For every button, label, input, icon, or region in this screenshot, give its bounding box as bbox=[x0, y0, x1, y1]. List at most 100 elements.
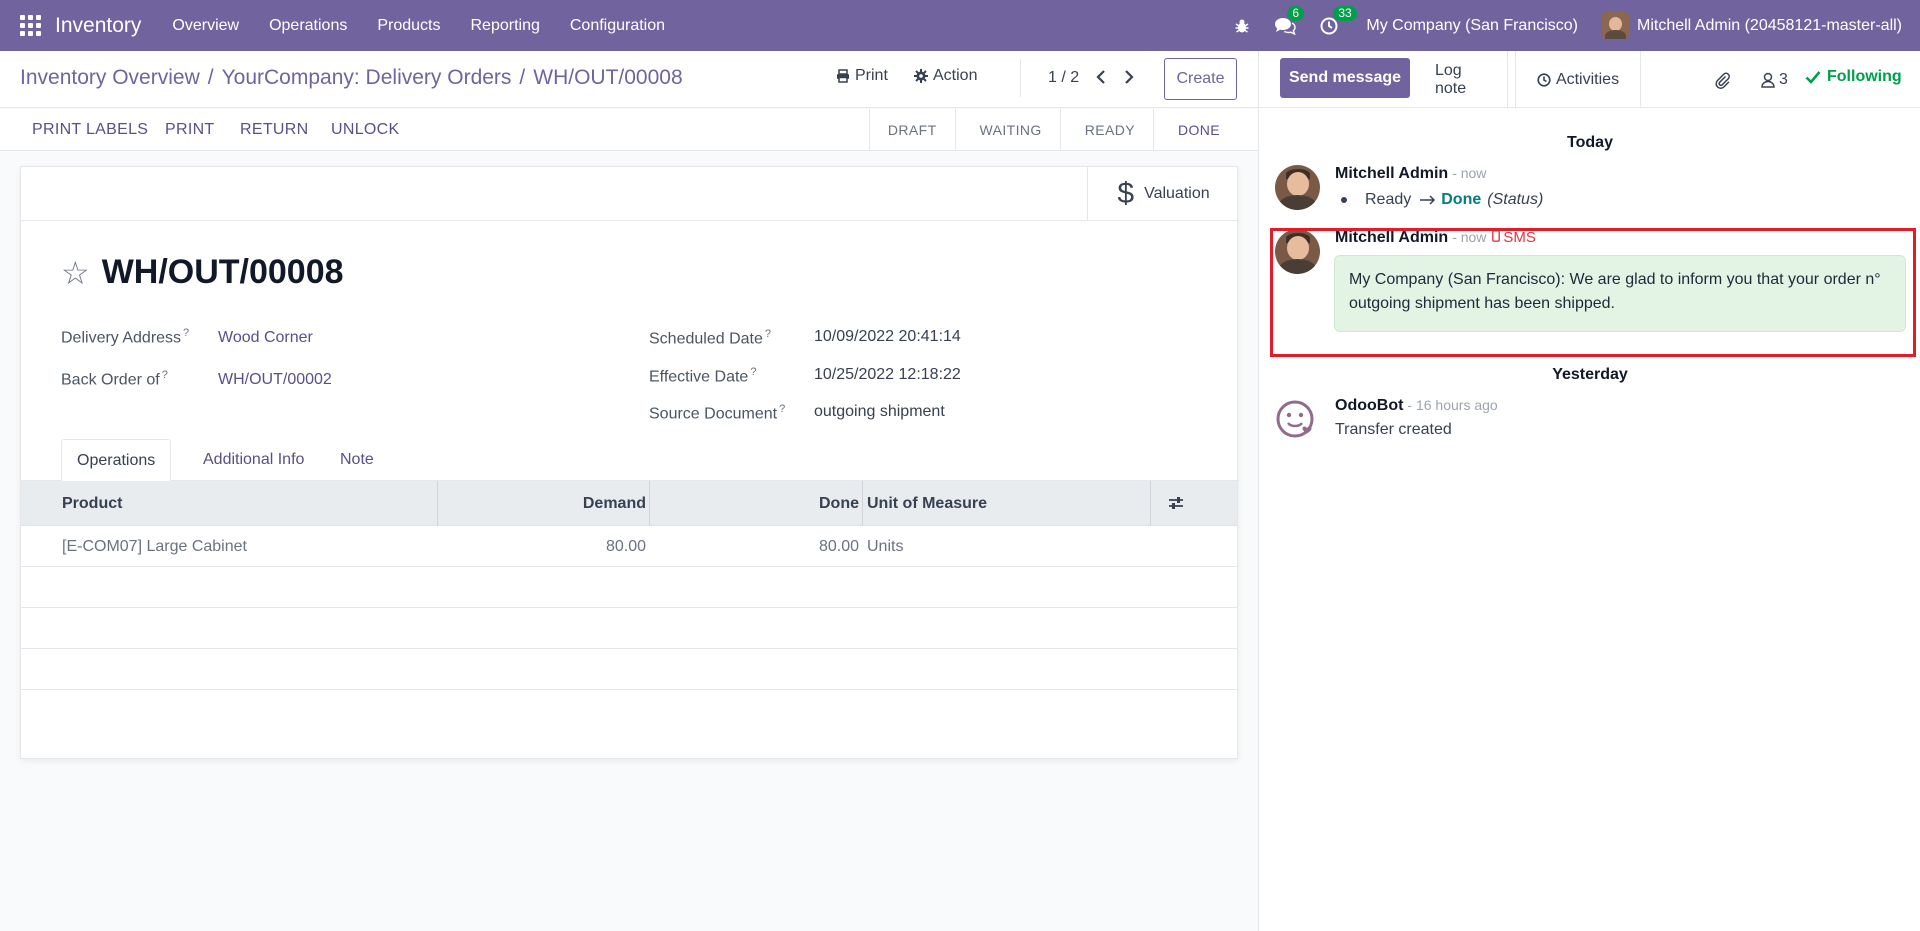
column-divider bbox=[1150, 481, 1151, 526]
delivery-address-value[interactable]: Wood Corner bbox=[218, 329, 313, 347]
breadcrumb-delivery-orders[interactable]: YourCompany: Delivery Orders bbox=[222, 66, 512, 89]
tracking-new-value: Done bbox=[1441, 191, 1482, 208]
breadcrumb-inventory-overview[interactable]: Inventory Overview bbox=[20, 66, 200, 89]
step-waiting[interactable]: WAITING bbox=[954, 109, 1060, 151]
column-demand[interactable]: Demand bbox=[583, 481, 646, 526]
breadcrumb-separator: / bbox=[207, 66, 214, 89]
step-draft[interactable]: DRAFT bbox=[868, 109, 955, 151]
table-row-empty bbox=[21, 608, 1237, 649]
scheduled-date-label: Scheduled Date? bbox=[649, 328, 771, 348]
favorite-star-icon[interactable]: ☆ bbox=[61, 257, 90, 289]
row-product: [E-COM07] Large Cabinet bbox=[62, 537, 247, 555]
chatter-topbar: Send message Log note Activities 3 Follo… bbox=[1259, 51, 1920, 108]
send-message-button[interactable]: Send message bbox=[1280, 58, 1410, 98]
help-tooltip-icon[interactable]: ? bbox=[765, 328, 771, 340]
check-icon bbox=[1805, 71, 1821, 84]
message-body: Transfer created bbox=[1335, 421, 1452, 438]
author-avatar[interactable] bbox=[1275, 165, 1320, 210]
breadcrumb-current: WH/OUT/00008 bbox=[533, 66, 683, 89]
create-button[interactable]: Create bbox=[1164, 58, 1237, 100]
main-content: Inventory Overview / YourCompany: Delivery… bbox=[0, 51, 1258, 931]
user-icon bbox=[1761, 72, 1775, 88]
print-labels-button[interactable]: PRINT LABELS bbox=[32, 121, 148, 139]
tab-additional-info[interactable]: Additional Info bbox=[188, 439, 319, 481]
unlock-button[interactable]: UNLOCK bbox=[331, 121, 399, 139]
tracking-value: Ready Done (Status) bbox=[1335, 191, 1543, 209]
return-button[interactable]: RETURN bbox=[240, 121, 308, 139]
status-bar: PRINT LABELS PRINT RETURN UNLOCK DRAFT W… bbox=[0, 109, 1258, 151]
message-time: - 16 hours ago bbox=[1407, 397, 1498, 413]
print-report-button[interactable]: PRINT bbox=[165, 121, 215, 139]
pager-previous-icon[interactable] bbox=[1095, 65, 1107, 91]
message-time: - now bbox=[1452, 165, 1487, 181]
log-note-button[interactable]: Log note bbox=[1415, 51, 1508, 108]
debug-bug-icon[interactable] bbox=[1234, 18, 1250, 34]
help-tooltip-icon[interactable]: ? bbox=[779, 403, 785, 415]
highlight-annotation-box bbox=[1270, 228, 1916, 357]
clock-icon bbox=[1537, 72, 1551, 87]
menu-overview[interactable]: Overview bbox=[157, 17, 254, 35]
pager-next-icon[interactable] bbox=[1123, 65, 1135, 91]
date-separator-yesterday: Yesterday bbox=[1552, 366, 1628, 383]
column-done[interactable]: Done bbox=[819, 481, 859, 526]
menu-reporting[interactable]: Reporting bbox=[455, 17, 554, 35]
column-divider bbox=[649, 481, 650, 526]
table-row-empty bbox=[21, 649, 1237, 690]
tab-operations[interactable]: Operations bbox=[61, 439, 172, 482]
form-sheet: $ Valuation ☆ WH/OUT/00008 Delivery Addr… bbox=[20, 166, 1239, 759]
action-label: Action bbox=[933, 67, 978, 84]
menu-operations[interactable]: Operations bbox=[254, 17, 362, 35]
chatter-message: OdooBot - 16 hours ago Transfer created bbox=[1275, 397, 1915, 447]
top-navbar: Inventory Overview Operations Products R… bbox=[0, 0, 1920, 51]
tab-note[interactable]: Note bbox=[325, 439, 389, 481]
back-order-value[interactable]: WH/OUT/00002 bbox=[218, 371, 332, 389]
column-product[interactable]: Product bbox=[62, 481, 122, 526]
followers-count: 3 bbox=[1779, 70, 1788, 88]
tracking-field-name: (Status) bbox=[1487, 191, 1544, 208]
step-ready[interactable]: READY bbox=[1059, 109, 1153, 151]
following-button[interactable]: Following bbox=[1805, 68, 1902, 86]
activities-clock-icon[interactable]: 33 bbox=[1320, 5, 1357, 35]
date-separator-today: Today bbox=[1567, 134, 1613, 151]
message-author: OdooBot - 16 hours ago bbox=[1335, 397, 1498, 414]
attachment-paperclip-icon[interactable] bbox=[1713, 51, 1731, 108]
scheduled-date-value: 10/09/2022 20:41:14 bbox=[814, 328, 961, 345]
odoobot-avatar[interactable] bbox=[1275, 397, 1320, 442]
dollar-icon: $ bbox=[1117, 177, 1135, 210]
source-document-value: outgoing shipment bbox=[814, 403, 945, 420]
optional-columns-sliders-icon[interactable] bbox=[1167, 494, 1185, 517]
menu-configuration[interactable]: Configuration bbox=[555, 17, 680, 35]
help-tooltip-icon[interactable]: ? bbox=[162, 369, 168, 381]
arrow-right-icon bbox=[1420, 195, 1436, 205]
followers-button[interactable]: 3 bbox=[1761, 51, 1788, 108]
messages-icon[interactable]: 6 bbox=[1274, 5, 1305, 35]
row-done: 80.00 bbox=[818, 537, 859, 555]
company-switcher[interactable]: My Company (San Francisco) bbox=[1366, 17, 1578, 35]
valuation-button[interactable]: $ Valuation bbox=[1087, 167, 1239, 221]
printer-icon bbox=[837, 69, 849, 83]
menu-products[interactable]: Products bbox=[362, 17, 455, 35]
app-name[interactable]: Inventory bbox=[55, 14, 141, 38]
record-title-row: ☆ WH/OUT/00008 bbox=[61, 253, 344, 292]
user-menu[interactable]: Mitchell Admin (20458121-master-all) bbox=[1602, 12, 1902, 39]
delivery-address-label: Delivery Address? bbox=[61, 327, 190, 347]
pager-value[interactable]: 1 / 2 bbox=[1048, 69, 1079, 87]
activities-button[interactable]: Activities bbox=[1515, 51, 1641, 108]
tracking-old-value: Ready bbox=[1365, 191, 1412, 208]
messages-count-badge: 6 bbox=[1287, 5, 1305, 21]
help-tooltip-icon[interactable]: ? bbox=[183, 327, 189, 339]
control-panel: Inventory Overview / YourCompany: Delivery… bbox=[0, 51, 1258, 108]
action-button[interactable]: Action bbox=[914, 67, 977, 85]
column-unit-of-measure[interactable]: Unit of Measure bbox=[867, 481, 987, 526]
step-done[interactable]: DONE bbox=[1152, 109, 1238, 151]
gear-icon bbox=[914, 69, 928, 83]
status-steps: DRAFT WAITING READY DONE bbox=[868, 109, 1238, 151]
bullet-icon bbox=[1341, 197, 1347, 203]
column-divider bbox=[862, 481, 863, 526]
help-tooltip-icon[interactable]: ? bbox=[750, 366, 756, 378]
table-row[interactable]: [E-COM07] Large Cabinet 80.00 80.00 Unit… bbox=[21, 526, 1237, 567]
smart-button-box: $ Valuation bbox=[21, 167, 1239, 221]
print-button[interactable]: Print bbox=[836, 67, 888, 85]
chatter-message: Mitchell Admin - now Ready Done (Status) bbox=[1275, 165, 1915, 215]
apps-menu-icon[interactable] bbox=[20, 14, 42, 37]
